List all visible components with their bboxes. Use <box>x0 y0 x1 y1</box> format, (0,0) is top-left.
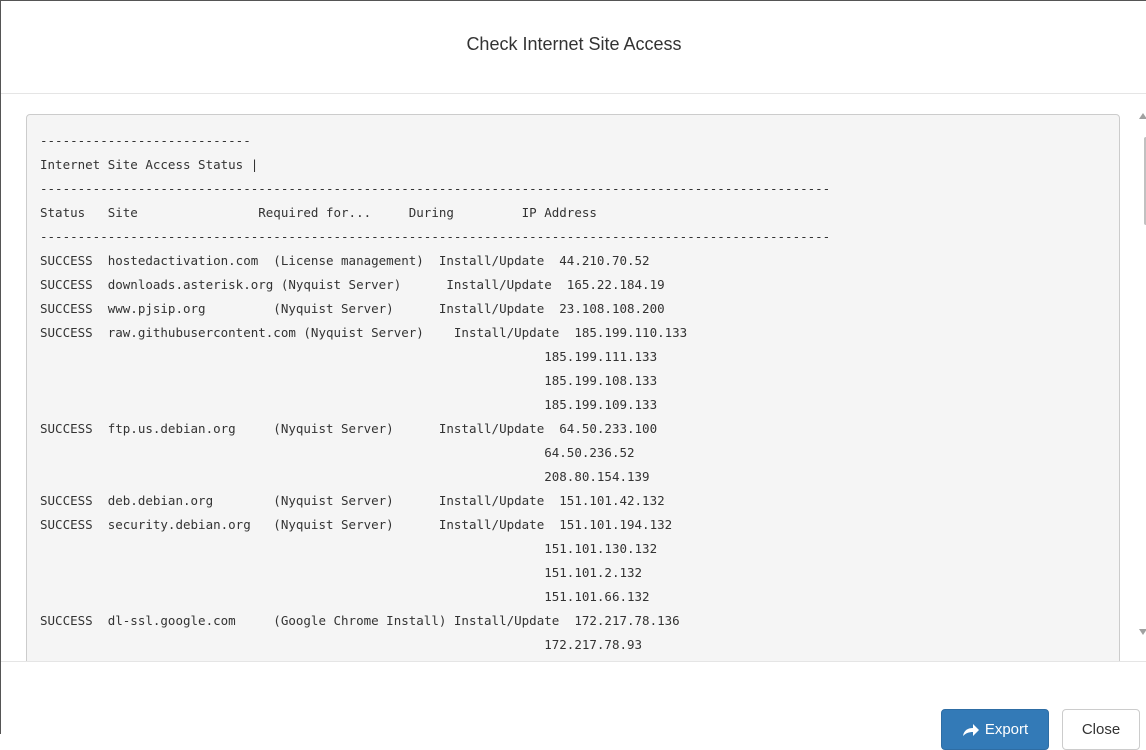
export-button-label: Export <box>984 721 1029 738</box>
report-text: ---------------------------- Internet Si… <box>40 133 831 652</box>
export-button[interactable]: Export <box>941 709 1049 750</box>
share-arrow-icon <box>962 723 980 737</box>
dialog-scrollbar[interactable] <box>1137 113 1146 638</box>
dialog-header: Check Internet Site Access <box>1 1 1146 94</box>
dialog-title: Check Internet Site Access <box>466 34 682 54</box>
scroll-up-arrow-icon[interactable] <box>1139 113 1146 119</box>
scroll-down-arrow-icon[interactable] <box>1139 629 1146 635</box>
check-site-access-dialog: Check Internet Site Access -------------… <box>0 0 1146 750</box>
dialog-body: ---------------------------- Internet Si… <box>1 94 1146 661</box>
close-button-label: Close <box>1081 721 1121 738</box>
report-output-box[interactable]: ---------------------------- Internet Si… <box>26 114 1120 661</box>
close-button[interactable]: Close <box>1062 709 1140 750</box>
